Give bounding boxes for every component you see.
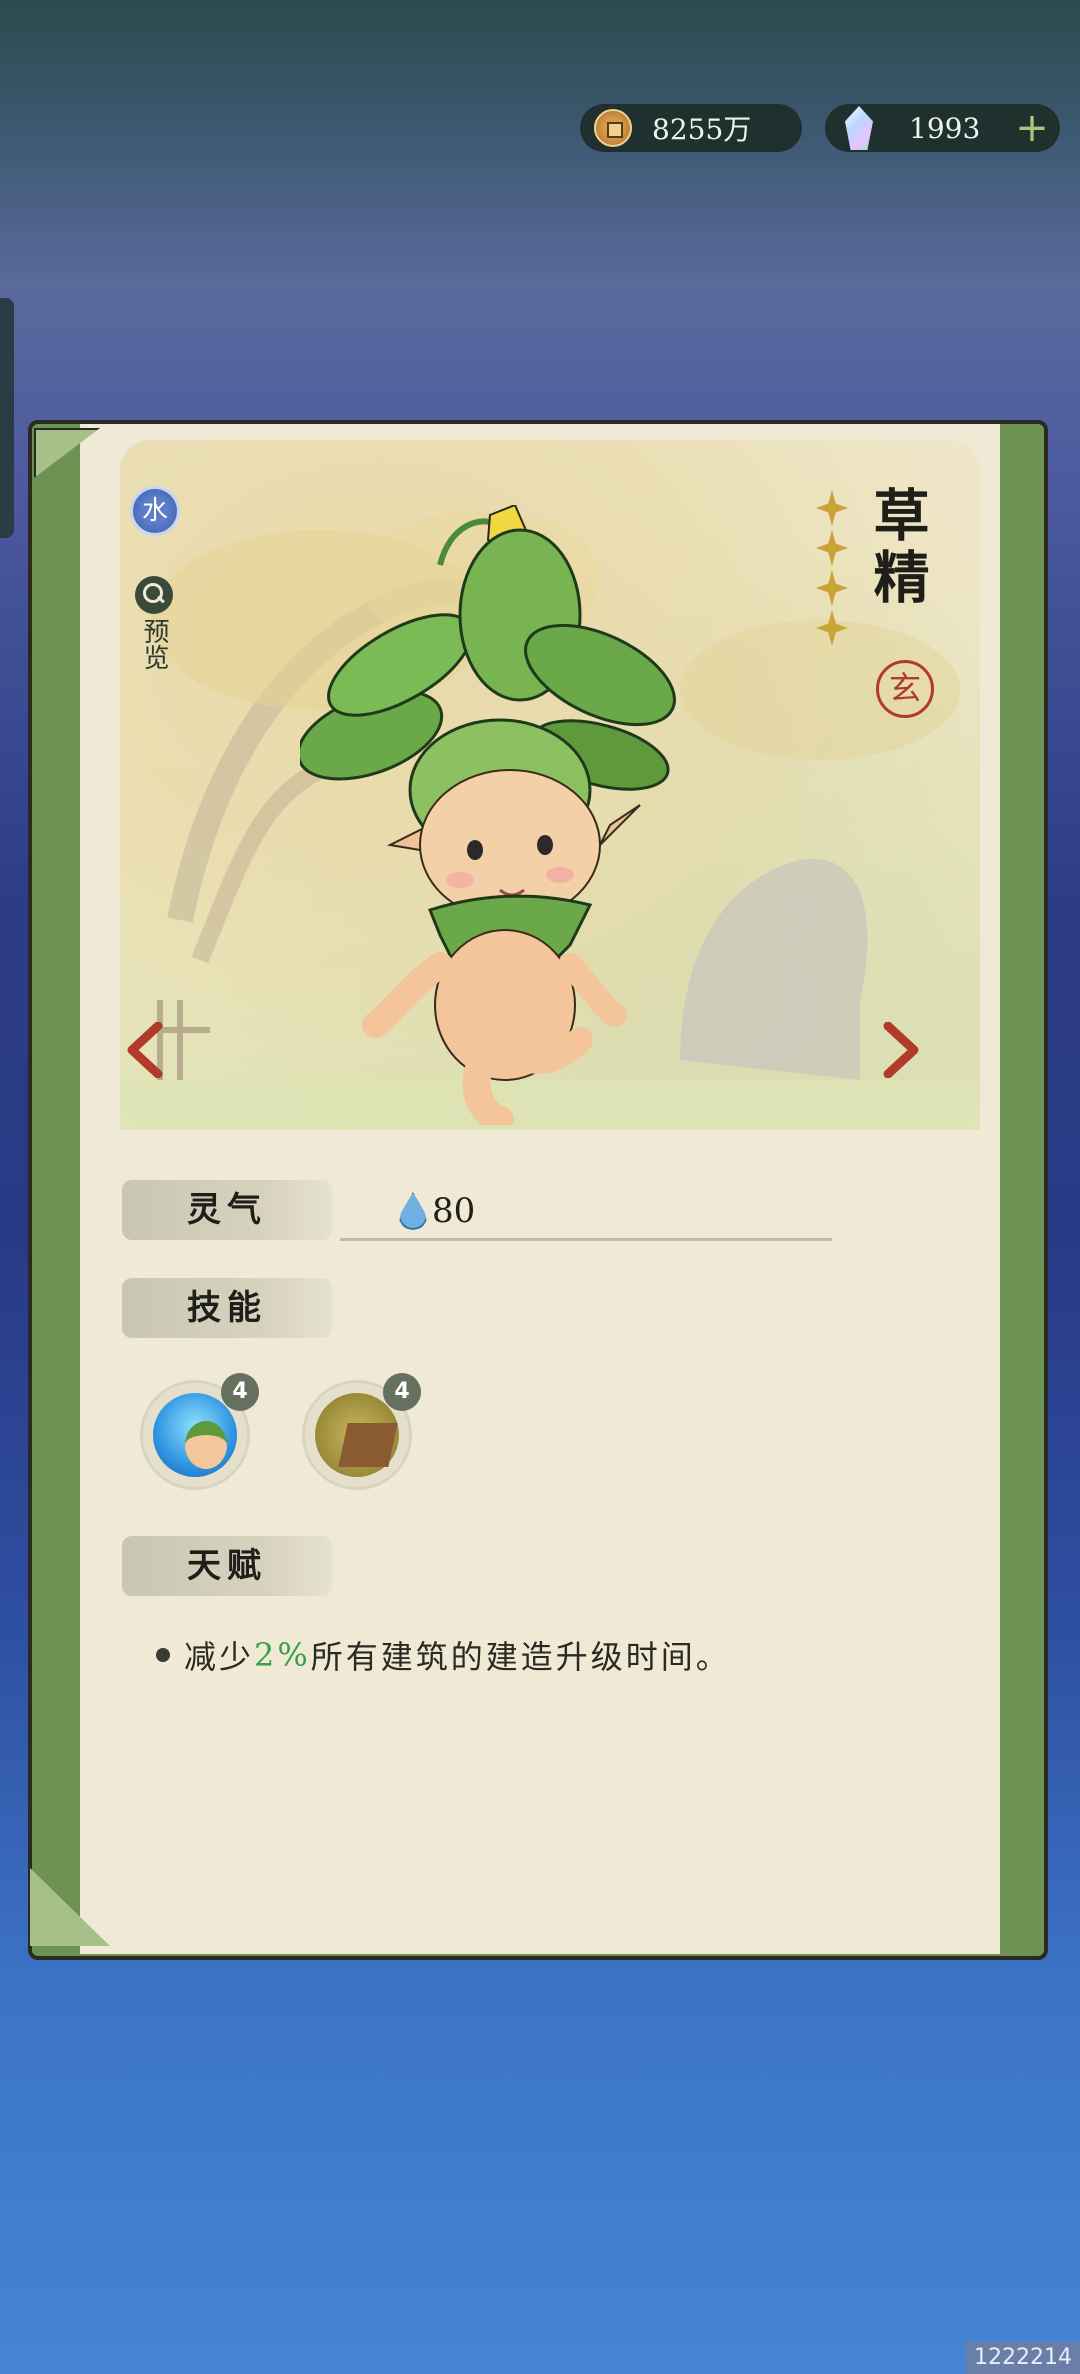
chevron-left-icon (127, 1021, 163, 1079)
skill-level-badge: 4 (221, 1373, 259, 1411)
side-edge-tab[interactable] (0, 298, 14, 538)
element-water-badge: 水 (130, 486, 180, 536)
next-character-button[interactable] (882, 1021, 922, 1079)
lingqi-underline (340, 1238, 832, 1241)
gem-amount: 1993 (909, 111, 981, 145)
star-icon (816, 530, 848, 566)
preview-button[interactable]: 预览 (132, 576, 176, 670)
skill-slot-1[interactable]: 4 (140, 1373, 259, 1490)
talent-highlight: 2% (254, 1636, 311, 1674)
bullet-icon (156, 1648, 170, 1662)
grass-sprite-character (300, 505, 676, 1125)
previous-character-button[interactable] (124, 1021, 164, 1079)
talent-label: 天赋 (122, 1536, 332, 1596)
gem-counter: 1993 + (825, 104, 1060, 152)
add-gems-button[interactable]: + (1012, 108, 1052, 148)
copper-coin-icon (594, 109, 632, 147)
star-icon (816, 570, 848, 606)
sprite-skill-icon (153, 1393, 237, 1477)
chevron-right-icon (883, 1021, 919, 1079)
talent-description: 减少 2% 所有建筑的建造升级时间。 (156, 1632, 731, 1678)
water-drop-icon (399, 1192, 427, 1230)
star-icon (816, 490, 848, 526)
skill-slot-2[interactable]: 4 (302, 1373, 421, 1490)
star-icon (816, 610, 848, 646)
seed-soil-skill-icon (315, 1393, 399, 1477)
lingqi-value: 80 (432, 1191, 476, 1231)
talent-text-pre: 减少 (184, 1638, 255, 1676)
skill-level-badge: 4 (383, 1373, 421, 1411)
skills-label: 技能 (122, 1278, 332, 1338)
magnifier-icon (135, 576, 173, 614)
rank-seal: 玄 (876, 660, 934, 718)
star-rating (816, 486, 856, 650)
crystal-gem-icon (845, 106, 873, 150)
lingqi-label: 灵气 (122, 1180, 332, 1240)
corner-id-label: 1222214 (966, 2342, 1080, 2374)
lingqi-value-row: 80 (398, 1186, 475, 1236)
character-name: 草精 (864, 486, 930, 610)
preview-label: 预览 (139, 618, 169, 670)
coin-counter: 8255万 (580, 104, 802, 152)
coin-amount: 8255万 (652, 113, 752, 146)
talent-text-post: 所有建筑的建造升级时间。 (310, 1638, 731, 1676)
